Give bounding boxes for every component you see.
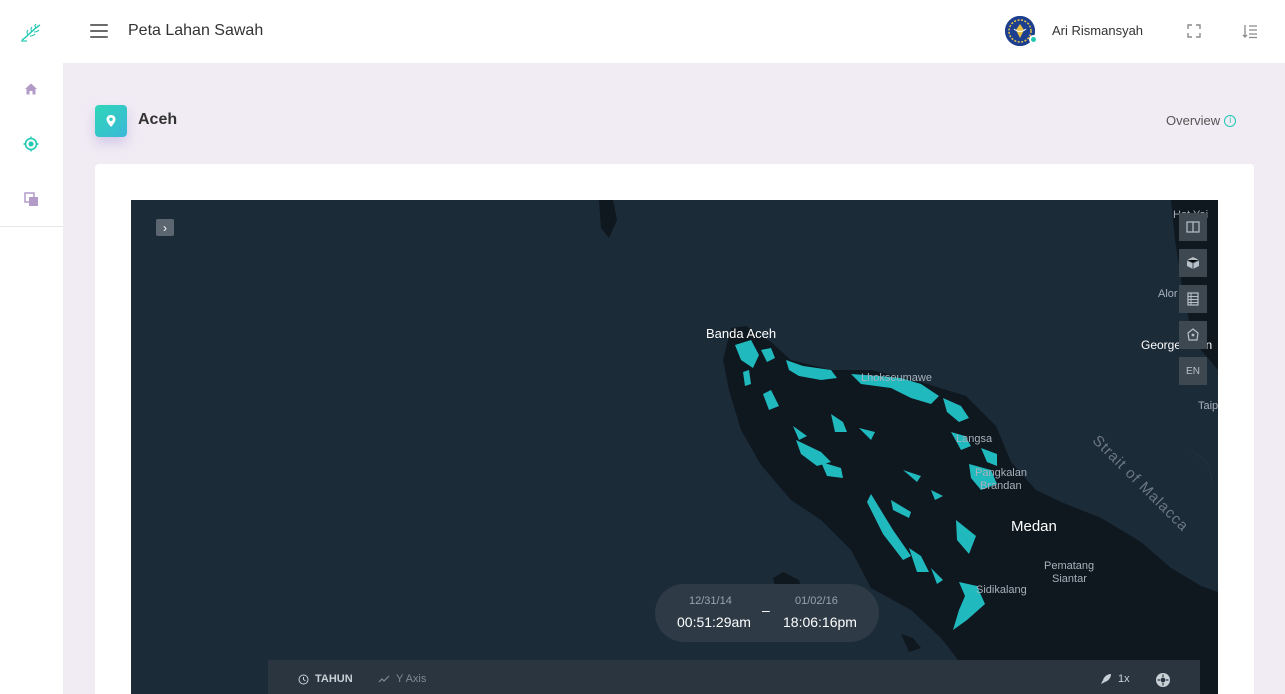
user-name[interactable]: Ari Rismansyah: [1052, 23, 1143, 38]
draw-polygon-icon[interactable]: [1179, 321, 1207, 349]
playback-settings-icon[interactable]: [1155, 672, 1171, 688]
rocket-icon: [1101, 674, 1111, 684]
legend-table-icon[interactable]: [1179, 285, 1207, 313]
map-label-siantar: Siantar: [1052, 573, 1087, 585]
sidebar: [0, 0, 63, 694]
page-title: Aceh: [138, 111, 178, 128]
time-separator: –: [762, 602, 770, 618]
split-map-button[interactable]: [1179, 213, 1207, 241]
start-date: 12/31/14: [689, 595, 732, 607]
end-time: 18:06:16pm: [783, 614, 857, 630]
map-label-pematang: Pematang: [1044, 560, 1095, 572]
3d-cube-icon[interactable]: [1179, 249, 1207, 277]
map-label-langsa: Langsa: [956, 433, 993, 445]
time-range-display: 12/31/14 00:51:29am – 01/02/16 18:06:16p…: [655, 584, 879, 642]
brand-logo-icon[interactable]: [18, 20, 44, 46]
time-field-selector[interactable]: TAHUN: [298, 673, 353, 685]
fullscreen-icon[interactable]: [1185, 22, 1203, 40]
map-view[interactable]: › Banda Aceh Lhokseumawe Langsa Pangkala…: [131, 200, 1218, 694]
app-title: Peta Lahan Sawah: [128, 22, 264, 39]
map-tool-stack: EN: [1179, 213, 1207, 393]
overview-link[interactable]: Overview i: [1166, 113, 1237, 128]
map-label-pangkalan: Pangkalan: [975, 467, 1027, 479]
menu-icon[interactable]: [90, 24, 108, 38]
map-label-brandan: Brandan: [980, 480, 1022, 492]
panel-toggle-button[interactable]: ›: [156, 219, 174, 236]
online-status-dot: [1029, 35, 1038, 44]
y-axis-label: Y Axis: [396, 673, 427, 685]
map-label-taip: Taip: [1198, 400, 1218, 412]
overview-label: Overview: [1166, 113, 1221, 128]
speed-label: 1x: [1118, 673, 1130, 685]
trend-line-icon: [378, 675, 390, 683]
start-time: 00:51:29am: [677, 614, 751, 630]
clock-icon: [298, 674, 309, 684]
map-label-medan: Medan: [1011, 518, 1057, 535]
map-label-banda-aceh: Banda Aceh: [706, 326, 777, 341]
map-label-sidikalang: Sidikalang: [976, 584, 1027, 596]
language-button[interactable]: EN: [1179, 357, 1207, 385]
layers-icon[interactable]: [20, 188, 42, 210]
playback-speed-control[interactable]: 1x: [1100, 673, 1130, 685]
target-icon[interactable]: [20, 133, 42, 155]
info-icon[interactable]: i: [1224, 114, 1237, 127]
map-label-alor: Alor: [1158, 288, 1178, 300]
map-label-lhokseumawe: Lhokseumawe: [861, 372, 932, 384]
sidebar-divider: [0, 226, 63, 227]
location-pin-icon: [95, 105, 127, 137]
time-field-label: TAHUN: [315, 673, 353, 685]
list-settings-icon[interactable]: [1241, 22, 1259, 40]
home-icon[interactable]: [20, 78, 42, 100]
end-date: 01/02/16: [795, 595, 838, 607]
y-axis-selector[interactable]: Y Axis: [378, 673, 426, 685]
time-playback-bar: TAHUN Y Axis 1x: [268, 660, 1200, 694]
top-header: Peta Lahan Sawah Ari Rismansyah: [63, 0, 1285, 63]
avatar[interactable]: [1005, 16, 1038, 46]
